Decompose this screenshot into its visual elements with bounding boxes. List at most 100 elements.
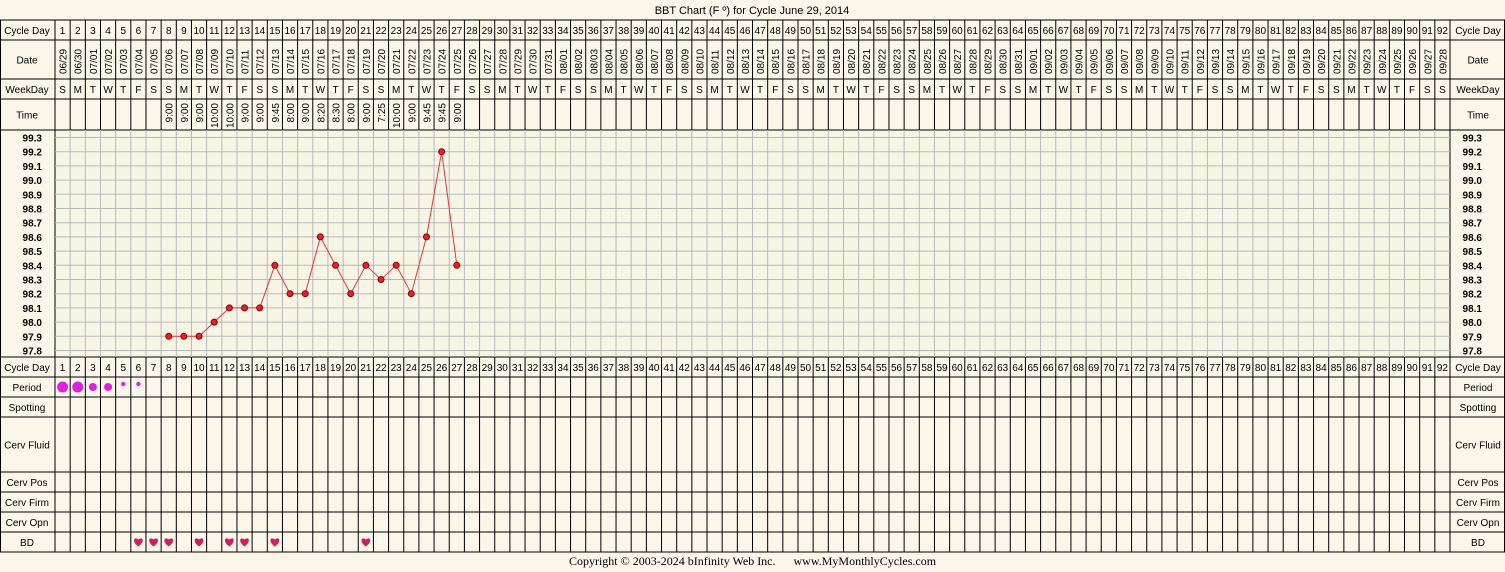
row-label-right: Cycle Day [1455, 363, 1501, 374]
weekday-label: M [392, 85, 400, 96]
cycle-day-number: 35 [573, 26, 585, 37]
cycle-day-number: 55 [876, 26, 888, 37]
weekday-label: T [545, 85, 551, 96]
time-label: 9:00 [453, 103, 464, 123]
weekday-label: T [120, 85, 126, 96]
cycle-day-number: 21 [360, 363, 372, 374]
site-link[interactable]: www.MyMonthlyCycles.com [794, 554, 937, 568]
date-label: 07/22 [407, 49, 418, 74]
weekday-label: T [226, 85, 232, 96]
row-label-left: BD [20, 538, 34, 549]
date-label: 07/31 [544, 49, 555, 74]
cycle-day-number: 66 [1043, 363, 1055, 374]
temperature-point [256, 304, 264, 312]
temperature-point [180, 332, 188, 340]
y-tick-label-right: 98.9 [1463, 190, 1483, 201]
cycle-day-number: 12 [224, 26, 236, 37]
cycle-day-number: 25 [421, 363, 433, 374]
cycle-day-number: 9 [181, 26, 187, 37]
weekday-label: S [999, 85, 1006, 96]
date-label: 08/23 [893, 49, 904, 74]
cycle-day-number: 64 [1012, 363, 1024, 374]
weekday-label: T [621, 85, 627, 96]
cycle-day-number: 44 [709, 363, 721, 374]
cycle-day-number: 17 [300, 26, 312, 37]
time-label: 9:00 [180, 103, 191, 123]
cycle-day-number: 84 [1316, 26, 1328, 37]
weekday-label: F [666, 85, 672, 96]
cycle-day-number: 14 [254, 26, 266, 37]
date-label: 08/29 [984, 49, 995, 74]
date-label: 07/13 [271, 49, 282, 74]
time-label: 9:00 [362, 103, 373, 123]
cycle-day-number: 32 [527, 26, 539, 37]
date-label: 07/19 [362, 49, 373, 74]
weekday-label: M [923, 85, 931, 96]
weekday-label: W [103, 85, 113, 96]
weekday-label: F [984, 85, 990, 96]
y-tick-label-right: 99.3 [1463, 134, 1483, 145]
cycle-day-number: 58 [921, 363, 933, 374]
weekday-label: F [560, 85, 566, 96]
weekday-label: T [1394, 85, 1400, 96]
cycle-day-number: 75 [1179, 26, 1191, 37]
weekday-label: M [498, 85, 506, 96]
weekday-label: S [1424, 85, 1431, 96]
cycle-day-number: 42 [679, 363, 691, 374]
cycle-day-number: 60 [952, 26, 964, 37]
date-label: 08/14 [756, 49, 767, 74]
date-label: 07/14 [286, 49, 297, 74]
cycle-day-number: 38 [618, 26, 630, 37]
cycle-day-number: 56 [891, 26, 903, 37]
date-label: 08/25 [923, 49, 934, 74]
date-label: 08/24 [908, 49, 919, 74]
weekday-label: S [469, 85, 476, 96]
row-label-right: Cerv Fluid [1455, 441, 1501, 452]
weekday-label: S [893, 85, 900, 96]
row-label-left: Cerv Pos [6, 478, 47, 489]
cycle-day-number: 21 [360, 26, 372, 37]
cycle-day-number: 84 [1316, 363, 1328, 374]
cycle-day-number: 52 [830, 363, 842, 374]
date-label: 08/18 [817, 49, 828, 74]
row-label-left: Spotting [9, 403, 46, 414]
date-label: 09/18 [1287, 49, 1298, 74]
temperature-point [225, 304, 233, 312]
y-tick-label-left: 99.1 [23, 162, 43, 173]
cycle-day-number: 80 [1255, 26, 1267, 37]
cycle-day-number: 8 [166, 363, 172, 374]
cycle-day-number: 41 [664, 26, 676, 37]
weekday-label: W [634, 85, 644, 96]
cycle-day-number: 92 [1437, 363, 1449, 374]
date-label: 07/29 [513, 49, 524, 74]
cycle-day-number: 90 [1407, 26, 1419, 37]
y-tick-label-left: 98.0 [23, 318, 43, 329]
weekday-label: S [272, 85, 279, 96]
date-label: 09/21 [1332, 49, 1343, 74]
temperature-point [347, 290, 355, 298]
date-label: 09/10 [1165, 49, 1176, 74]
date-label: 07/16 [316, 49, 327, 74]
cycle-day-number: 77 [1209, 363, 1221, 374]
bd-heart-icon [225, 538, 234, 547]
row-label-left: Cerv Firm [5, 498, 49, 509]
time-label: 10:00 [210, 103, 221, 128]
cycle-day-number: 19 [330, 363, 342, 374]
cycle-day-number: 2 [75, 26, 81, 37]
cycle-day-number: 25 [421, 26, 433, 37]
cycle-day-number: 45 [724, 26, 736, 37]
date-label: 09/27 [1423, 49, 1434, 74]
cycle-day-number: 67 [1058, 26, 1070, 37]
date-label: 09/19 [1302, 49, 1313, 74]
cycle-day-number: 28 [466, 26, 478, 37]
temperature-point [165, 332, 173, 340]
bd-heart-icon [361, 538, 371, 547]
date-label: 09/08 [1135, 49, 1146, 74]
y-tick-label-right: 98.3 [1463, 276, 1483, 287]
cycle-day-number: 43 [694, 26, 706, 37]
y-tick-label-left: 97.9 [23, 332, 43, 343]
date-label: 09/01 [1029, 49, 1040, 74]
time-label: 8:30 [332, 103, 343, 123]
y-tick-label-left: 98.3 [23, 276, 43, 287]
cycle-day-number: 7 [151, 26, 157, 37]
